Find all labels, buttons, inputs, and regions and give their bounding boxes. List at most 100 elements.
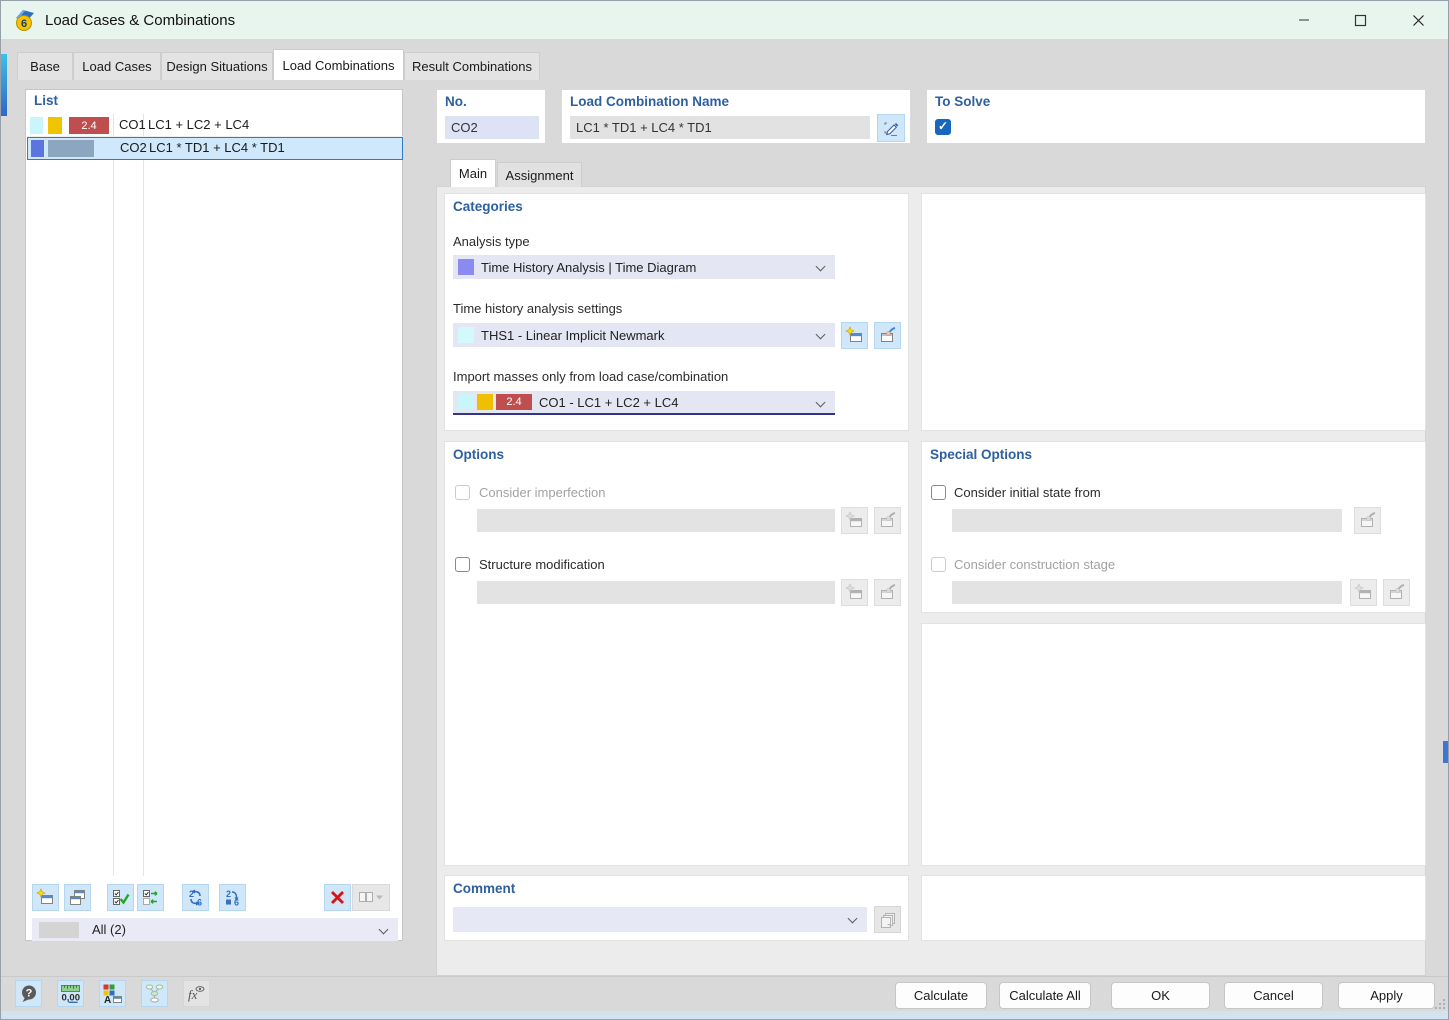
- resize-grip[interactable]: [1433, 997, 1445, 1009]
- renumber-button[interactable]: 2 6: [182, 884, 209, 911]
- renumber-options-icon: 2 6: [226, 889, 239, 907]
- list-filter-dropdown[interactable]: All (2): [32, 918, 398, 941]
- units-ruler-icon: 0,00: [61, 985, 80, 1004]
- ths-edit-button[interactable]: [874, 322, 901, 349]
- svg-text:?: ?: [25, 987, 32, 999]
- empty-panel-top-right: [921, 193, 1426, 431]
- analysis-type-dropdown[interactable]: Time History Analysis | Time Diagram: [453, 255, 835, 279]
- comment-templates-button[interactable]: [874, 906, 901, 933]
- svg-text:6: 6: [21, 18, 27, 30]
- new-window-icon: [845, 583, 862, 599]
- list-row-co2-selected[interactable]: CO2 LC1 * TD1 + LC4 * TD1: [27, 137, 403, 160]
- categories-title: Categories: [453, 199, 523, 214]
- consider-imperfection-label: Consider imperfection: [479, 485, 606, 500]
- svg-text:6: 6: [197, 898, 202, 908]
- row-name: LC1 * TD1 + LC4 * TD1: [149, 140, 285, 155]
- calculate-button[interactable]: Calculate: [895, 982, 987, 1009]
- chevron-down-icon: [815, 261, 826, 272]
- copy-window-icon: [70, 890, 85, 905]
- tab-result-combinations[interactable]: Result Combinations: [404, 52, 540, 80]
- subtab-main[interactable]: Main: [450, 159, 496, 187]
- calculate-all-button[interactable]: Calculate All: [999, 982, 1091, 1009]
- svg-text:2: 2: [226, 889, 231, 899]
- new-window-icon: [1354, 583, 1371, 599]
- to-solve-checkbox[interactable]: [935, 119, 951, 135]
- new-window-icon: [845, 326, 862, 342]
- consider-initial-state-checkbox[interactable]: [931, 485, 946, 500]
- no-field[interactable]: CO2: [445, 116, 539, 139]
- maximize-icon: [1354, 14, 1366, 26]
- close-icon: [1412, 14, 1424, 26]
- construction-stage-edit-button: [1383, 579, 1410, 606]
- tab-design-situations[interactable]: Design Situations: [161, 52, 273, 80]
- edit-window-icon: [881, 584, 896, 599]
- edit-window-icon: [1390, 584, 1405, 599]
- chevron-down-icon: [847, 913, 858, 924]
- minimize-button[interactable]: [1287, 3, 1321, 37]
- list-title: List: [34, 93, 59, 108]
- options-title: Options: [453, 447, 504, 462]
- structure-modification-field: [477, 581, 835, 604]
- svg-text:A: A: [104, 995, 111, 1004]
- list-column-divider: [143, 114, 144, 876]
- background-app-sliver-left: [1, 54, 7, 116]
- swatch-cyan: [30, 117, 43, 134]
- close-button[interactable]: [1401, 3, 1435, 37]
- subtab-assignment[interactable]: Assignment: [497, 162, 582, 187]
- two-pane-view-button[interactable]: [352, 884, 390, 911]
- background-app-strip-bottom: [1, 1011, 1448, 1019]
- title-bar: 6 Load Cases & Combinations: [1, 1, 1448, 39]
- swatch-yellow: [48, 117, 62, 134]
- renumber-icon: 2 6: [189, 889, 202, 908]
- display-settings-icon: A: [103, 984, 122, 1004]
- delete-button[interactable]: [324, 884, 351, 911]
- help-button[interactable]: ?: [15, 980, 42, 1007]
- two-pane-icon: [359, 892, 383, 902]
- cancel-button[interactable]: Cancel: [1224, 982, 1323, 1009]
- name-label: Load Combination Name: [570, 94, 730, 109]
- new-combination-button[interactable]: [32, 884, 59, 911]
- consider-imperfection-checkbox[interactable]: [455, 485, 470, 500]
- comment-pages-icon: [880, 912, 895, 928]
- consider-construction-stage-checkbox[interactable]: [931, 557, 946, 572]
- maximize-button[interactable]: [1343, 3, 1377, 37]
- copy-combination-button[interactable]: [64, 884, 91, 911]
- new-window-icon: [36, 888, 53, 904]
- tab-load-cases[interactable]: Load Cases: [73, 52, 161, 80]
- edit-window-icon: [1361, 512, 1376, 527]
- row-id: CO1: [119, 117, 146, 132]
- renumber-options-button[interactable]: 2 6: [219, 884, 246, 911]
- filter-swatch: [39, 921, 79, 938]
- display-settings-button[interactable]: A: [99, 980, 126, 1007]
- name-field[interactable]: LC1 * TD1 + LC4 * TD1: [570, 116, 870, 139]
- swatch-cyan: [458, 394, 474, 410]
- tab-base[interactable]: Base: [17, 52, 73, 80]
- import-masses-dropdown[interactable]: 2.4 CO1 - LC1 + LC2 + LC4: [453, 391, 835, 415]
- ths-new-button[interactable]: [841, 322, 868, 349]
- comment-dropdown[interactable]: [453, 907, 867, 932]
- imperfection-new-button: [841, 507, 868, 534]
- units-settings-button[interactable]: 0,00: [57, 980, 84, 1007]
- rename-button[interactable]: [877, 114, 905, 142]
- chevron-down-icon: [378, 924, 389, 935]
- select-all-button[interactable]: [107, 884, 134, 911]
- swatch-gray-blue: [48, 140, 94, 157]
- tab-load-combinations[interactable]: Load Combinations: [273, 49, 404, 80]
- analysis-type-swatch: [458, 259, 474, 275]
- window-title: Load Cases & Combinations: [45, 11, 236, 29]
- background-app-sliver-right: [1443, 741, 1448, 763]
- edit-window-icon: [881, 512, 896, 527]
- relations-diagram-button[interactable]: [141, 980, 168, 1007]
- edit-window-icon: [881, 327, 896, 342]
- apply-button[interactable]: Apply: [1338, 982, 1435, 1009]
- ok-button[interactable]: OK: [1111, 982, 1210, 1009]
- structure-modification-checkbox[interactable]: [455, 557, 470, 572]
- invert-selection-icon: [143, 890, 158, 905]
- ths-dropdown[interactable]: THS1 - Linear Implicit Newmark: [453, 323, 835, 347]
- import-masses-value: CO1 - LC1 + LC2 + LC4: [539, 394, 679, 410]
- list-row-co1[interactable]: 2.4 CO1 LC1 + LC2 + LC4: [27, 114, 403, 137]
- invert-selection-button[interactable]: [137, 884, 164, 911]
- delete-x-icon: [331, 891, 344, 904]
- empty-panel-bottom-right: [921, 875, 1426, 941]
- swatch-yellow: [477, 394, 493, 410]
